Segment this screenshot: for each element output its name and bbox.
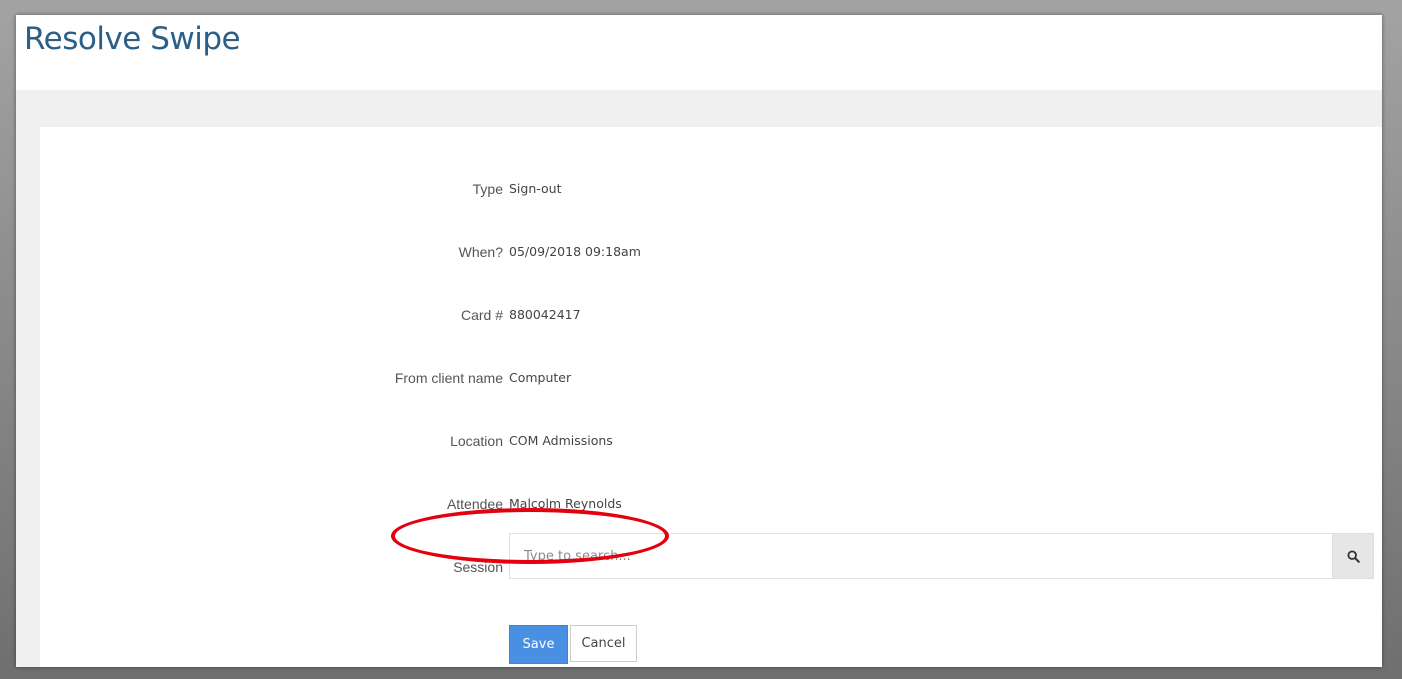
- field-row-location: Location COM Admissions: [40, 429, 1382, 453]
- field-label-type: Type: [472, 181, 503, 197]
- field-value-client-name: Computer: [509, 370, 572, 385]
- field-row-type: Type Sign-out: [40, 177, 1382, 201]
- session-search-group: [509, 533, 1374, 579]
- field-label-attendee: Attendee: [446, 496, 503, 512]
- field-row-attendee: Attendee Malcolm Reynolds: [40, 492, 1382, 516]
- session-search-input[interactable]: [509, 533, 1346, 579]
- resolve-swipe-form: Type Sign-out When? 05/09/2018 09:18am C…: [40, 127, 1382, 667]
- field-row-when: When? 05/09/2018 09:18am: [40, 240, 1382, 264]
- session-label: Session: [453, 559, 503, 575]
- cancel-button[interactable]: Cancel: [570, 625, 637, 662]
- field-label-card: Card #: [460, 307, 503, 323]
- page-header: Resolve Swipe: [16, 15, 1382, 90]
- field-value-location: COM Admissions: [509, 433, 613, 448]
- search-icon: [1346, 549, 1360, 563]
- page-title: Resolve Swipe: [24, 21, 241, 57]
- field-label-location: Location: [450, 433, 503, 449]
- session-search-button[interactable]: [1332, 533, 1374, 579]
- app-window: Resolve Swipe Type Sign-out When? 05/09/…: [16, 15, 1382, 667]
- field-row-card: Card # 880042417: [40, 303, 1382, 327]
- field-value-when: 05/09/2018 09:18am: [509, 244, 641, 259]
- field-value-card: 880042417: [509, 307, 581, 322]
- field-label-client-name: From client name: [394, 370, 503, 386]
- field-value-attendee: Malcolm Reynolds: [509, 496, 622, 511]
- save-button[interactable]: Save: [509, 625, 568, 664]
- field-row-client-name: From client name Computer: [40, 366, 1382, 390]
- field-value-type: Sign-out: [509, 181, 562, 196]
- field-label-when: When?: [458, 244, 503, 260]
